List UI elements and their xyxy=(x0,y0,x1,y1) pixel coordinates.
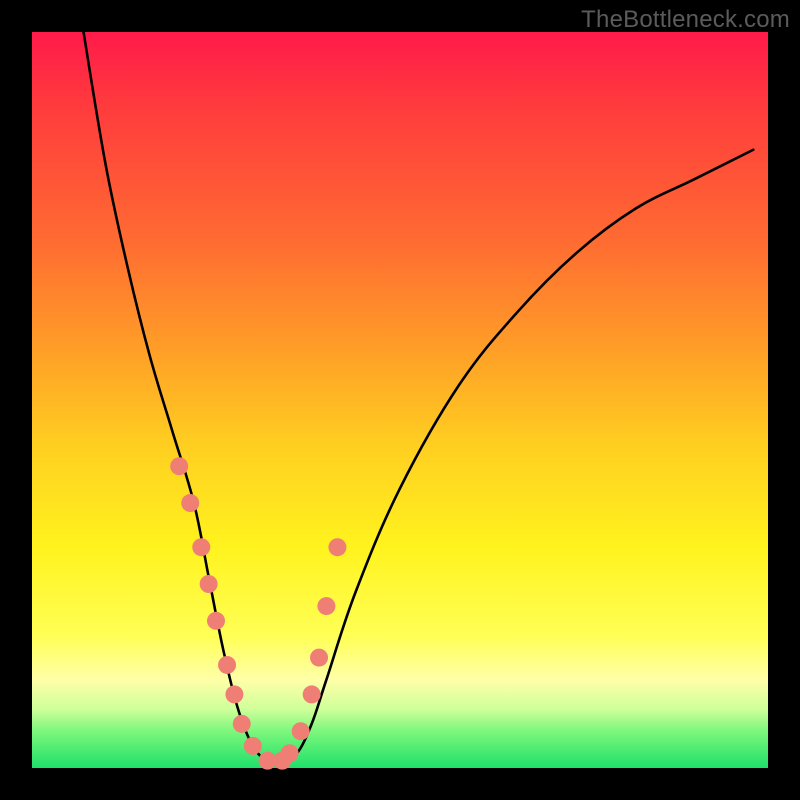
curve-marker xyxy=(218,656,236,674)
curve-marker xyxy=(244,737,262,755)
plot-area xyxy=(32,32,768,768)
curve-marker xyxy=(310,649,328,667)
curve-marker xyxy=(225,685,243,703)
marker-group xyxy=(170,457,346,769)
bottleneck-curve xyxy=(84,32,754,762)
curve-marker xyxy=(303,685,321,703)
curve-marker xyxy=(281,744,299,762)
curve-marker xyxy=(181,494,199,512)
curve-marker xyxy=(207,612,225,630)
chart-overlay-svg xyxy=(32,32,768,768)
curve-marker xyxy=(170,457,188,475)
curve-marker xyxy=(192,538,210,556)
curve-marker xyxy=(292,722,310,740)
chart-frame: TheBottleneck.com xyxy=(0,0,800,800)
watermark-text: TheBottleneck.com xyxy=(581,6,790,34)
curve-marker xyxy=(328,538,346,556)
curve-marker xyxy=(200,575,218,593)
curve-marker xyxy=(233,715,251,733)
curve-marker xyxy=(317,597,335,615)
